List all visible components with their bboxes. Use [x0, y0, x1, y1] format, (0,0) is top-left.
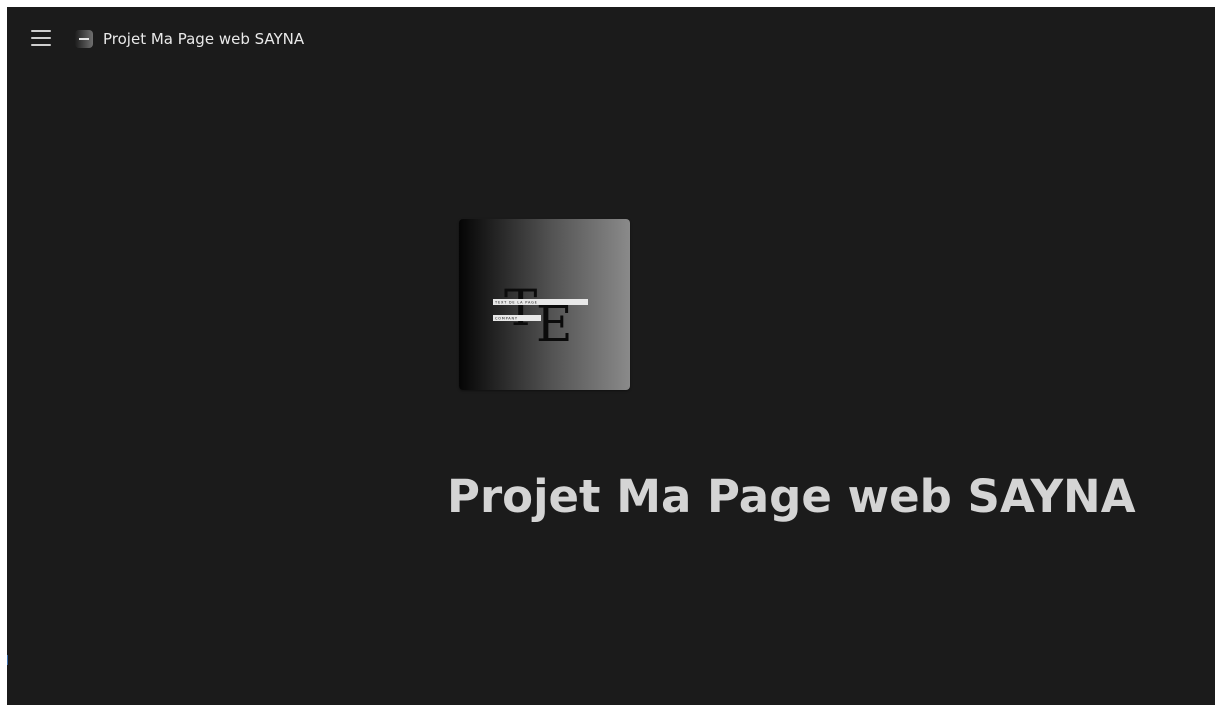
logo-mark: T E TEXT DE LA PAGE COMPANY [493, 279, 588, 353]
hero-title: Projet Ma Page web SAYNA [447, 470, 1136, 523]
hamburger-icon[interactable] [31, 28, 51, 48]
logo-caption-bottom: COMPANY [495, 317, 518, 321]
app-window: Projet Ma Page web SAYNA T E TEXT DE LA … [7, 7, 1215, 705]
scroll-indicator [7, 655, 8, 665]
logo-caption-top: TEXT DE LA PAGE [494, 301, 538, 305]
site-logo-icon [75, 30, 93, 48]
menu-line [31, 44, 51, 46]
menu-line [31, 37, 51, 39]
app-title: Projet Ma Page web SAYNA [103, 30, 305, 48]
logo-monogram-t: T [504, 279, 537, 337]
top-bar: Projet Ma Page web SAYNA [7, 7, 1215, 61]
hero-logo: T E TEXT DE LA PAGE COMPANY [459, 219, 630, 390]
menu-line [31, 30, 51, 32]
